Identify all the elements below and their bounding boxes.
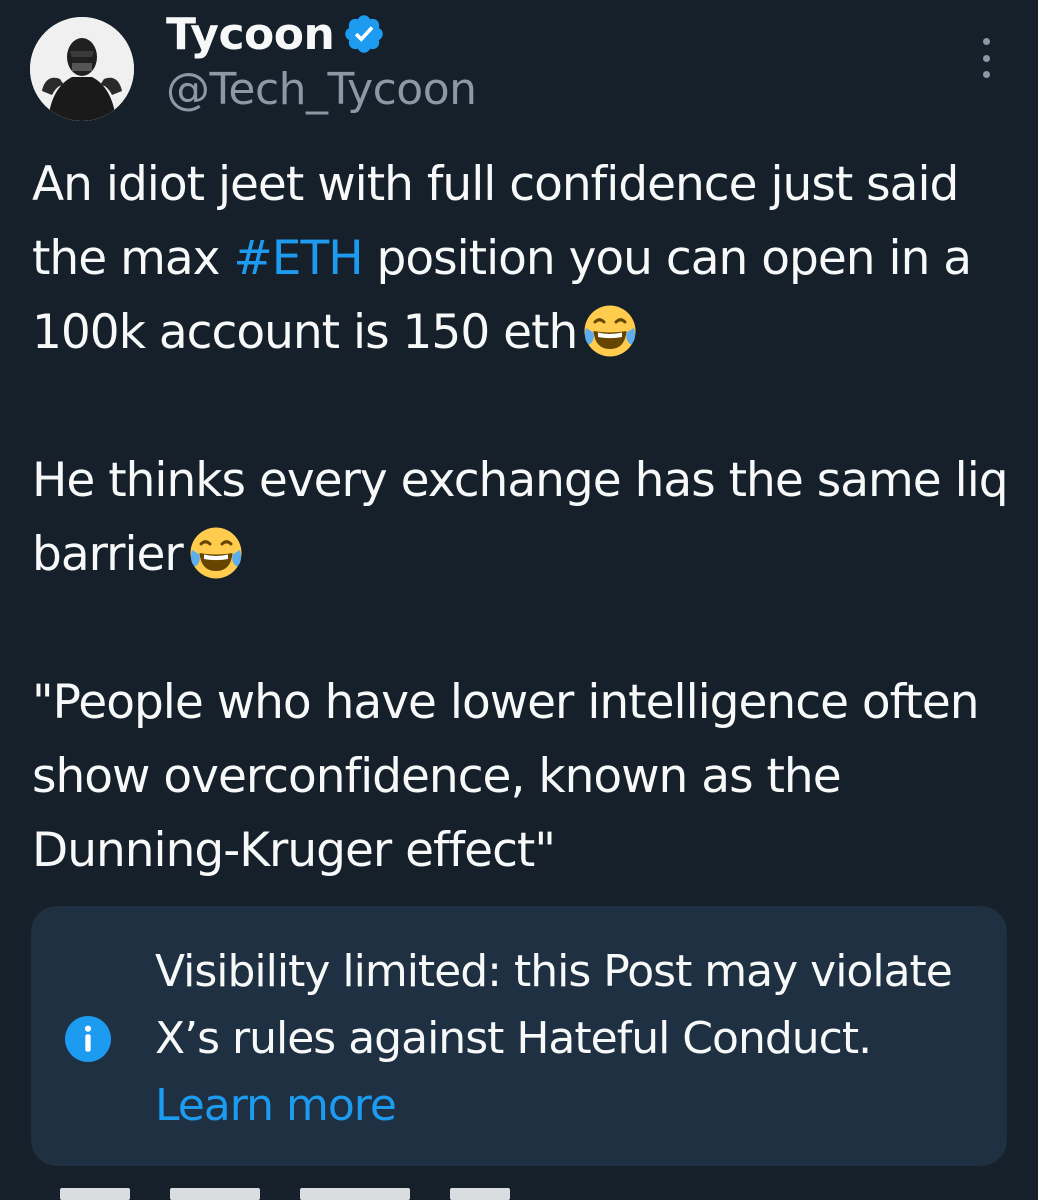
tears-of-joy-emoji-icon	[584, 305, 636, 357]
notice-text: Visibility limited: this Post may violat…	[155, 938, 975, 1139]
post-text: An idiot jeet with full confidence just …	[32, 148, 1012, 888]
author-handle[interactable]: @Tech_Tycoon	[166, 64, 477, 115]
post-paragraph-1: An idiot jeet with full confidence just …	[32, 148, 1012, 370]
cut-off-stats-row	[60, 1188, 760, 1200]
avatar[interactable]	[30, 17, 134, 121]
post-paragraph-3: "People who have lower intelligence ofte…	[32, 675, 980, 878]
notice-message: Visibility limited: this Post may violat…	[155, 946, 953, 1064]
visibility-notice: Visibility limited: this Post may violat…	[31, 906, 1007, 1166]
info-icon	[65, 1016, 111, 1062]
verified-badge-icon	[345, 15, 384, 53]
display-name[interactable]: Tycoon	[166, 9, 335, 60]
more-options-icon[interactable]	[970, 38, 1002, 78]
post-text-segment: He thinks every exchange has the same li…	[32, 453, 1009, 582]
tears-of-joy-emoji-icon	[190, 527, 242, 579]
hashtag-link[interactable]: #ETH	[233, 231, 363, 286]
post-paragraph-2: He thinks every exchange has the same li…	[32, 444, 1012, 592]
author-name-row: Tycoon	[166, 6, 386, 62]
learn-more-link[interactable]: Learn more	[155, 1080, 397, 1131]
